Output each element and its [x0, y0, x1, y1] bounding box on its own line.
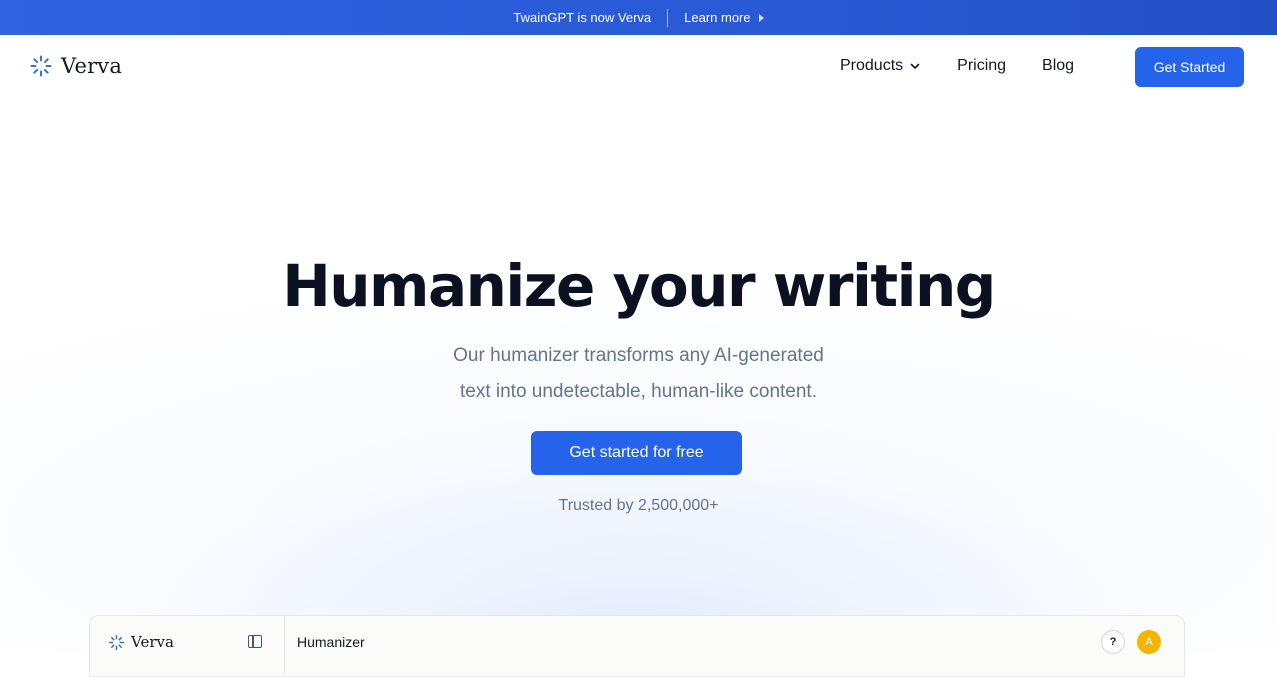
- learn-more-link[interactable]: Learn more: [668, 10, 764, 25]
- hero-title: Humanize your writing: [282, 252, 996, 320]
- play-arrow-icon: [758, 13, 764, 22]
- verva-logo-icon: [108, 634, 125, 650]
- app-preview-brand: Verva: [108, 633, 174, 651]
- help-button[interactable]: ?: [1101, 630, 1125, 654]
- get-started-button[interactable]: Get Started: [1135, 47, 1244, 87]
- nav-products[interactable]: Products: [840, 57, 921, 75]
- get-started-free-button[interactable]: Get started for free: [531, 431, 742, 475]
- hero-subtitle: Our humanizer transforms any AI-generate…: [0, 338, 1277, 410]
- chevron-down-icon: [910, 63, 920, 69]
- brand-name: Verva: [61, 54, 123, 78]
- avatar[interactable]: A: [1137, 630, 1161, 654]
- verva-logo-icon: [30, 55, 52, 77]
- app-preview-sidebar: Verva: [90, 616, 285, 676]
- app-preview-window: Verva Humanizer ? A: [89, 615, 1185, 677]
- sidebar-toggle-icon[interactable]: [248, 635, 262, 648]
- main-nav: Products Pricing Blog: [840, 57, 1074, 75]
- hero-subtitle-line-2: text into undetectable, human-like conte…: [459, 381, 817, 402]
- nav-blog[interactable]: Blog: [1042, 57, 1074, 75]
- learn-more-label: Learn more: [684, 10, 751, 25]
- site-header: Verva Products Pricing Blog Get Started: [0, 35, 1277, 99]
- app-preview-brand-name: Verva: [131, 633, 174, 651]
- nav-pricing[interactable]: Pricing: [957, 57, 1006, 75]
- brand-logo-link[interactable]: Verva: [29, 54, 122, 78]
- announcement-text: TwainGPT is now Verva: [513, 10, 652, 25]
- nav-products-label: Products: [840, 57, 904, 74]
- hero-subtitle-line-1: Our humanizer transforms any AI-generate…: [453, 345, 824, 366]
- trusted-by-text: Trusted by 2,500,000+: [558, 497, 719, 514]
- app-preview-page-title: Humanizer: [297, 634, 365, 650]
- announcement-banner: TwainGPT is now Verva Learn more: [0, 0, 1277, 35]
